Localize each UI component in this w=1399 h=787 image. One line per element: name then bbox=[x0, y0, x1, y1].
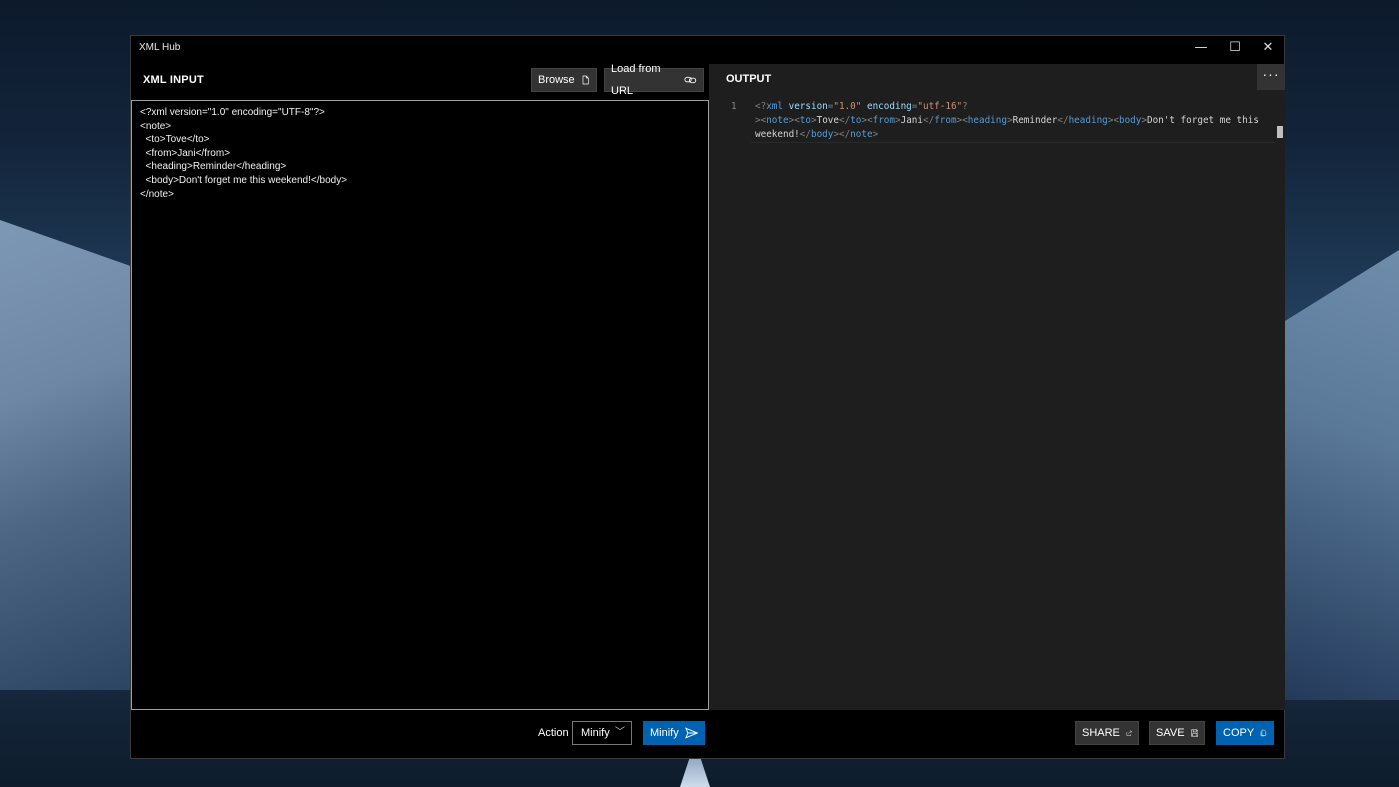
chevron-down-icon: ﹀ bbox=[615, 727, 625, 738]
code-token: Reminder bbox=[1012, 115, 1058, 126]
code-token: ? bbox=[962, 101, 968, 112]
code-token: to bbox=[799, 115, 811, 126]
code-token: ></ bbox=[833, 129, 851, 140]
load-from-url-label: Load from URL bbox=[611, 63, 661, 97]
share-button[interactable]: SHARE bbox=[1075, 721, 1139, 745]
input-panel-title: XML INPUT bbox=[143, 74, 204, 86]
action-label: Action bbox=[538, 727, 569, 739]
copy-button[interactable]: COPY bbox=[1216, 721, 1274, 745]
output-panel: OUTPUT ··· 1 <?xml version="1.0" encodin… bbox=[709, 64, 1285, 710]
code-token: to bbox=[850, 115, 862, 126]
code-token: "utf-16" bbox=[917, 101, 963, 112]
action-bar: Action Minify ﹀ Minify SHARE SAVE COPY bbox=[131, 710, 1284, 758]
code-token: note bbox=[850, 129, 873, 140]
browse-label: Browse bbox=[538, 74, 575, 86]
file-icon bbox=[582, 75, 589, 85]
code-token: </ bbox=[1057, 115, 1069, 126]
code-token: from bbox=[934, 115, 957, 126]
code-token: >< bbox=[755, 115, 767, 126]
link-icon bbox=[684, 76, 697, 84]
code-token: heading bbox=[1068, 115, 1108, 126]
action-select[interactable]: Minify ﹀ bbox=[572, 721, 632, 745]
code-token: >< bbox=[956, 115, 968, 126]
close-button[interactable]: ✕ bbox=[1251, 36, 1285, 60]
code-token: note bbox=[766, 115, 789, 126]
load-from-url-button[interactable]: Load from URL bbox=[604, 63, 704, 97]
minify-run-button[interactable]: Minify bbox=[643, 721, 705, 745]
save-button[interactable]: SAVE bbox=[1149, 721, 1205, 745]
code-token: "1.0" bbox=[833, 101, 867, 112]
more-options-button[interactable]: ··· bbox=[1257, 64, 1285, 90]
output-panel-title: OUTPUT bbox=[726, 73, 772, 85]
wallpaper-road bbox=[680, 755, 710, 787]
code-token: weekend! bbox=[755, 129, 800, 140]
minify-run-label: Minify bbox=[650, 727, 679, 739]
action-select-value: Minify bbox=[581, 727, 610, 739]
send-icon bbox=[684, 727, 698, 739]
copy-icon bbox=[1260, 729, 1267, 737]
code-token: from bbox=[872, 115, 895, 126]
window-title: XML Hub bbox=[139, 42, 181, 53]
maximize-button[interactable]: ☐ bbox=[1218, 36, 1252, 60]
code-line: <?xml version="1.0" encoding="utf-16"? bbox=[755, 100, 1271, 114]
code-token: heading bbox=[967, 115, 1007, 126]
code-token: encoding bbox=[866, 101, 912, 112]
app-window: XML Hub — ☐ ✕ XML INPUT Browse Load from… bbox=[130, 35, 1285, 759]
code-token: Tove bbox=[816, 115, 839, 126]
code-token: </ bbox=[923, 115, 935, 126]
code-token: </ bbox=[839, 115, 851, 126]
code-token: >< bbox=[1107, 115, 1119, 126]
wallpaper-snow-right bbox=[1269, 250, 1399, 700]
line-number: 1 bbox=[731, 101, 737, 112]
code-token: Don't forget me this bbox=[1146, 115, 1259, 126]
minimize-button[interactable]: — bbox=[1184, 36, 1218, 60]
code-line: ><note><to>Tove</to><from>Jani</from><he… bbox=[755, 114, 1271, 128]
code-line: weekend!</body></note> bbox=[755, 128, 1271, 142]
code-token: body bbox=[810, 129, 834, 140]
title-bar[interactable]: XML Hub — ☐ ✕ bbox=[131, 36, 1284, 60]
code-token: > bbox=[872, 129, 879, 140]
output-editor[interactable]: 1 <?xml version="1.0" encoding="utf-16"?… bbox=[709, 100, 1285, 710]
copy-label: COPY bbox=[1223, 727, 1255, 739]
browse-button[interactable]: Browse bbox=[531, 68, 597, 92]
code-token: version bbox=[788, 101, 828, 112]
xml-input-text: <?xml version="1.0" encoding="UTF-8"?> <… bbox=[140, 107, 348, 200]
code-token: </ bbox=[799, 129, 811, 140]
scrollbar-thumb[interactable] bbox=[1277, 126, 1283, 138]
code-token: body bbox=[1118, 115, 1142, 126]
save-label: SAVE bbox=[1156, 727, 1185, 739]
xml-input-textarea[interactable]: <?xml version="1.0" encoding="UTF-8"?> <… bbox=[131, 100, 709, 710]
code-token: <? bbox=[755, 101, 767, 112]
output-code: <?xml version="1.0" encoding="utf-16"? ><… bbox=[755, 100, 1271, 142]
save-icon bbox=[1190, 729, 1198, 737]
share-icon bbox=[1126, 730, 1132, 736]
editor-scrollbar[interactable] bbox=[1275, 100, 1283, 710]
code-token: >< bbox=[788, 115, 800, 126]
code-token: Jani bbox=[900, 115, 923, 126]
code-token: xml bbox=[766, 101, 789, 112]
code-token: >< bbox=[861, 115, 873, 126]
input-header: XML INPUT Browse Load from URL bbox=[131, 63, 709, 100]
share-label: SHARE bbox=[1082, 727, 1120, 739]
